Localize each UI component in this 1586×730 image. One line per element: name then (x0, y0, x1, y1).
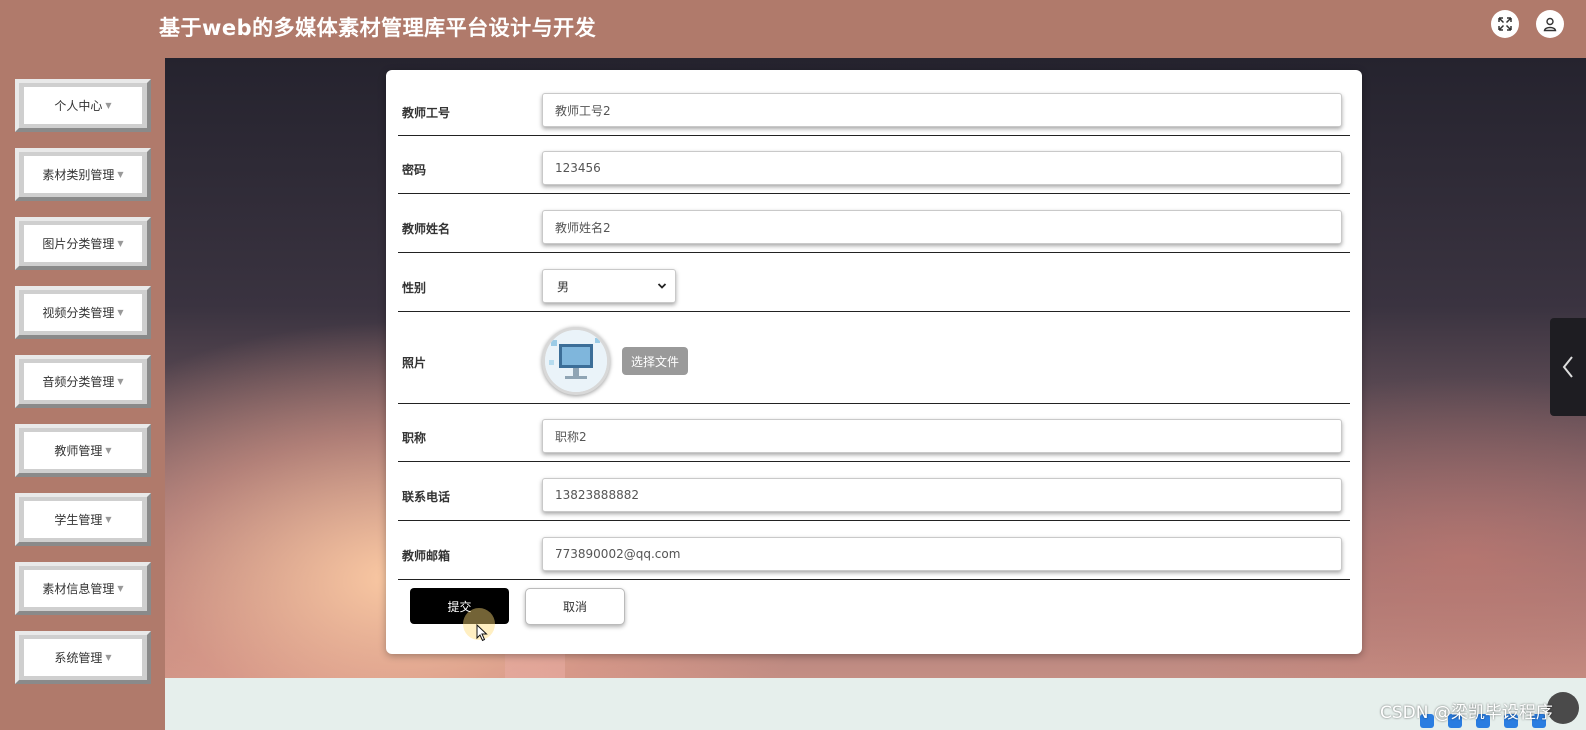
form-row-gender: 性别 男 (398, 253, 1350, 312)
caret-down-icon: ▼ (105, 653, 112, 662)
sidebar-item-label: 个人中心 (54, 99, 103, 113)
sidebar-item-label: 系统管理 (54, 651, 103, 665)
caret-down-icon: ▼ (117, 170, 124, 179)
teacher-id-label: 教师工号 (402, 106, 451, 120)
caret-down-icon: ▼ (117, 584, 124, 593)
email-label: 教师邮箱 (402, 549, 451, 563)
sidebar-item-video-category[interactable]: 视频分类管理 ▼ (15, 286, 151, 339)
form-row-teacher-name: 教师姓名 教师姓名2 (398, 194, 1350, 253)
title-input[interactable]: 职称2 (542, 419, 1342, 453)
sidebar-item-label: 音频分类管理 (42, 375, 115, 389)
app-title: 基于web的多媒体素材管理库平台设计与开发 (159, 16, 597, 40)
chevron-left-icon (1562, 356, 1573, 378)
sidebar-item-label: 素材信息管理 (42, 582, 115, 596)
sidebar-item-image-category[interactable]: 图片分类管理 ▼ (15, 217, 151, 270)
caret-down-icon: ▼ (117, 377, 124, 386)
footer-area (165, 678, 1586, 730)
caret-down-icon: ▼ (105, 446, 112, 455)
form-row-phone: 联系电话 13823888882 (398, 462, 1350, 521)
caret-down-icon: ▼ (117, 239, 124, 248)
sidebar-item-audio-category[interactable]: 音频分类管理 ▼ (15, 355, 151, 408)
teacher-id-input[interactable]: 教师工号2 (542, 93, 1342, 127)
sidebar-item-label: 素材类别管理 (42, 168, 115, 182)
fullscreen-button[interactable] (1491, 10, 1519, 38)
sidebar-item-students[interactable]: 学生管理 ▼ (15, 493, 151, 546)
gender-select[interactable]: 男 (542, 269, 676, 303)
caret-down-icon: ▼ (105, 101, 112, 110)
caret-down-icon: ▼ (117, 308, 124, 317)
title-label: 职称 (402, 431, 427, 445)
sidebar-item-label: 图片分类管理 (42, 237, 115, 251)
form-row-email: 教师邮箱 773890002@qq.com (398, 521, 1350, 580)
collapse-panel-tab[interactable] (1550, 318, 1586, 416)
sidebar-item-label: 教师管理 (54, 444, 103, 458)
sidebar: 个人中心 ▼ 素材类别管理 ▼ 图片分类管理 ▼ 视频分类管理 ▼ 音频分类管理 ▼ 教师… (0, 58, 165, 730)
sidebar-item-material-category[interactable]: 素材类别管理 ▼ (15, 148, 151, 201)
caret-down-icon: ▼ (105, 515, 112, 524)
gender-value: 男 (557, 279, 570, 294)
photo-label: 照片 (402, 356, 427, 370)
sidebar-item-system[interactable]: 系统管理 ▼ (15, 631, 151, 684)
email-input[interactable]: 773890002@qq.com (542, 537, 1342, 571)
teacher-name-label: 教师姓名 (402, 222, 451, 236)
sidebar-item-material-info[interactable]: 素材信息管理 ▼ (15, 562, 151, 615)
expand-icon (1498, 17, 1512, 31)
form-row-password: 密码 123456 (398, 136, 1350, 194)
sidebar-item-label: 学生管理 (54, 513, 103, 527)
sidebar-item-teachers[interactable]: 教师管理 ▼ (15, 424, 151, 477)
top-bar: 基于web的多媒体素材管理库平台设计与开发 (0, 0, 1586, 58)
chevron-down-icon (657, 283, 667, 289)
user-button[interactable] (1536, 10, 1564, 38)
photo-image (545, 330, 607, 392)
sidebar-item-label: 视频分类管理 (42, 306, 115, 320)
cancel-button[interactable]: 取消 (525, 588, 625, 625)
form-row-title: 职称 职称2 (398, 404, 1350, 462)
password-input[interactable]: 123456 (542, 151, 1342, 185)
user-icon (1543, 17, 1557, 32)
mouse-pointer-icon (476, 624, 488, 642)
form-row-teacher-id: 教师工号 教师工号2 (398, 92, 1350, 136)
teacher-edit-form: 教师工号 教师工号2 密码 123456 教师姓名 教师姓名2 性别 男 照片 (386, 70, 1362, 654)
phone-label: 联系电话 (402, 490, 451, 504)
phone-input[interactable]: 13823888882 (542, 478, 1342, 512)
watermark-text: CSDN @梁凯毕设程序 (1380, 703, 1553, 723)
teacher-name-input[interactable]: 教师姓名2 (542, 210, 1342, 244)
gender-label: 性别 (402, 281, 427, 295)
password-label: 密码 (402, 163, 427, 177)
choose-file-button[interactable]: 选择文件 (622, 347, 688, 375)
photo-thumbnail (542, 327, 610, 395)
sidebar-item-personal-center[interactable]: 个人中心 ▼ (15, 79, 151, 132)
form-row-photo: 照片 选择文件 (398, 312, 1350, 404)
